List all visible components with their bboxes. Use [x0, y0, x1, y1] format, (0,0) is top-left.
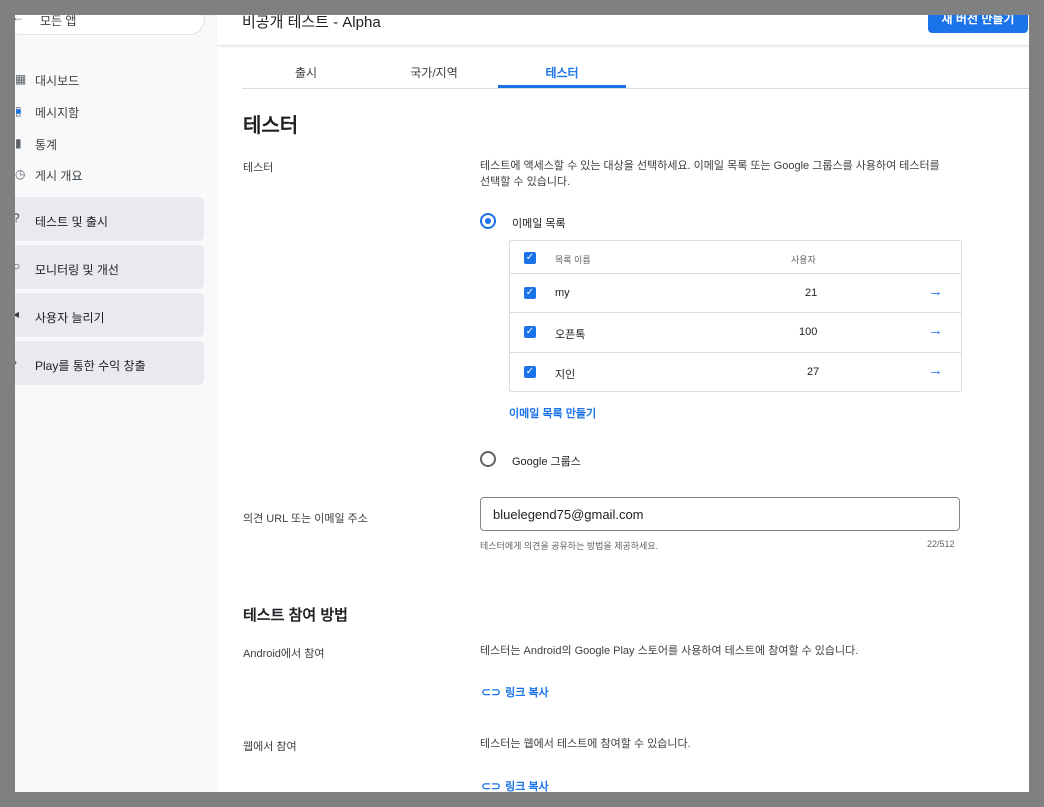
- tab-bar: 출시 국가/지역 테스터: [242, 59, 1029, 89]
- page-header: 비공개 테스트 - Alpha 새 버전 만들기: [217, 15, 1029, 46]
- all-apps-button[interactable]: ← 모든 앱: [15, 15, 205, 35]
- monitor-icon: ○: [15, 259, 21, 273]
- app-window: ← 모든 앱 ▦ 대시보드 ▯ 메시지함 ▮ 통계 ◷ 게시 개요 ? 테스트 …: [15, 15, 1029, 792]
- tab-countries[interactable]: 국가/지역: [370, 59, 498, 87]
- sidebar: ← 모든 앱 ▦ 대시보드 ▯ 메시지함 ▮ 통계 ◷ 게시 개요 ? 테스트 …: [15, 15, 217, 792]
- bar-chart-icon: ▮: [15, 136, 22, 150]
- feedback-char-counter: 22/512: [927, 539, 955, 549]
- clock-icon: ◷: [15, 167, 26, 181]
- google-groups-radio-label: Google 그룹스: [512, 456, 581, 468]
- sidebar-section-grow-users[interactable]: ◂ 사용자 늘리기: [15, 293, 204, 337]
- sidebar-section-label: Play를 통한 수익 창출: [35, 359, 146, 373]
- table-row[interactable]: ✓ 오픈톡 100 →: [510, 313, 961, 353]
- sidebar-section-label: 모니터링 및 개선: [35, 263, 119, 277]
- copy-link-label: 링크 복사: [505, 687, 549, 699]
- sidebar-item-label: 대시보드: [35, 74, 80, 88]
- join-web-label: 웹에서 참여: [243, 741, 297, 753]
- join-section-title: 테스트 참여 방법: [243, 607, 348, 624]
- row-checkbox[interactable]: ✓: [524, 326, 536, 338]
- arrow-right-icon[interactable]: →: [928, 283, 943, 300]
- column-header-users: 사용자: [791, 255, 816, 265]
- sidebar-item-inbox[interactable]: ▯ 메시지함: [15, 96, 217, 126]
- list-name: my: [555, 287, 570, 299]
- arrow-right-icon[interactable]: →: [928, 322, 943, 339]
- copy-link-label: 링크 복사: [505, 781, 549, 792]
- email-list-radio[interactable]: [480, 213, 496, 229]
- column-header-name: 목록 이름: [555, 255, 591, 265]
- select-all-checkbox[interactable]: ✓: [524, 252, 536, 264]
- link-icon: ⊂⊃: [481, 779, 502, 792]
- join-web-description: 테스터는 웹에서 테스트에 참여할 수 있습니다.: [480, 738, 691, 750]
- testers-description: 테스트에 액세스할 수 있는 대상을 선택하세요. 이메일 목록 또는 Goog…: [480, 158, 940, 190]
- sidebar-item-label: 게시 개요: [35, 169, 83, 183]
- link-icon: ⊂⊃: [481, 685, 502, 699]
- megaphone-icon: ◂: [15, 307, 20, 321]
- dashboard-icon: ▦: [15, 72, 27, 86]
- copy-link-android-button[interactable]: ⊂⊃ 링크 복사: [481, 684, 549, 700]
- list-name: 오픈톡: [555, 329, 586, 341]
- sidebar-section-test-and-release[interactable]: ? 테스트 및 출시: [15, 197, 204, 241]
- email-list-radio-label: 이메일 목록: [512, 218, 566, 230]
- feedback-url-input[interactable]: [480, 497, 960, 531]
- sidebar-item-publishing-overview[interactable]: ◷ 게시 개요: [15, 159, 217, 189]
- sidebar-item-label: 메시지함: [35, 106, 80, 120]
- email-list-table: ✓ 목록 이름 사용자 ✓ my 21 → ✓ 오픈톡 100 → ✓ 지인 2…: [509, 240, 962, 392]
- all-apps-label: 모든 앱: [40, 15, 77, 28]
- rocket-icon: ?: [15, 211, 20, 225]
- list-name: 지인: [555, 369, 576, 381]
- table-row[interactable]: ✓ my 21 →: [510, 273, 961, 313]
- page-header-title: 비공개 테스트 - Alpha: [242, 15, 381, 31]
- back-arrow-icon: ←: [15, 15, 24, 24]
- join-android-label: Android에서 참여: [243, 648, 325, 660]
- list-user-count: 100: [799, 326, 818, 338]
- tab-releases[interactable]: 출시: [242, 59, 370, 87]
- sidebar-item-label: 통계: [35, 138, 58, 152]
- sidebar-section-label: 사용자 늘리기: [35, 311, 105, 325]
- join-android-description: 테스터는 Android의 Google Play 스토어를 사용하여 테스트에…: [480, 645, 859, 657]
- create-email-list-link[interactable]: 이메일 목록 만들기: [509, 405, 596, 421]
- sidebar-section-label: 테스트 및 출시: [35, 215, 108, 229]
- table-header-row: ✓ 목록 이름 사용자: [510, 241, 961, 274]
- feedback-helper-text: 테스터에게 의견을 공유하는 방법을 제공하세요.: [480, 541, 659, 551]
- unread-indicator-dot: [16, 109, 21, 114]
- google-groups-radio[interactable]: [480, 451, 496, 467]
- list-user-count: 21: [805, 287, 818, 299]
- sidebar-section-monetize[interactable]: › Play를 통한 수익 창출: [15, 341, 204, 385]
- sidebar-section-monitor-and-improve[interactable]: ○ 모니터링 및 개선: [15, 245, 204, 289]
- tab-testers[interactable]: 테스터: [498, 59, 626, 88]
- sidebar-item-statistics[interactable]: ▮ 통계: [15, 128, 217, 158]
- row-checkbox[interactable]: ✓: [524, 287, 536, 299]
- copy-link-web-button[interactable]: ⊂⊃ 링크 복사: [481, 778, 549, 792]
- table-row[interactable]: ✓ 지인 27 →: [510, 353, 961, 392]
- testers-description-line: 테스트에 액세스할 수 있는 대상을 선택하세요. 이메일 목록 또는 Goog…: [480, 160, 940, 172]
- chevron-right-icon: ›: [15, 355, 17, 369]
- arrow-right-icon[interactable]: →: [928, 362, 943, 379]
- feedback-label: 의견 URL 또는 이메일 주소: [243, 513, 368, 525]
- testers-label: 테스터: [243, 162, 274, 174]
- row-checkbox[interactable]: ✓: [524, 366, 536, 378]
- sidebar-item-dashboard[interactable]: ▦ 대시보드: [15, 64, 217, 94]
- page-title: 테스터: [243, 115, 299, 137]
- create-new-release-button[interactable]: 새 버전 만들기: [928, 15, 1028, 33]
- list-user-count: 27: [807, 366, 820, 378]
- testers-description-line: 선택할 수 있습니다.: [480, 176, 571, 188]
